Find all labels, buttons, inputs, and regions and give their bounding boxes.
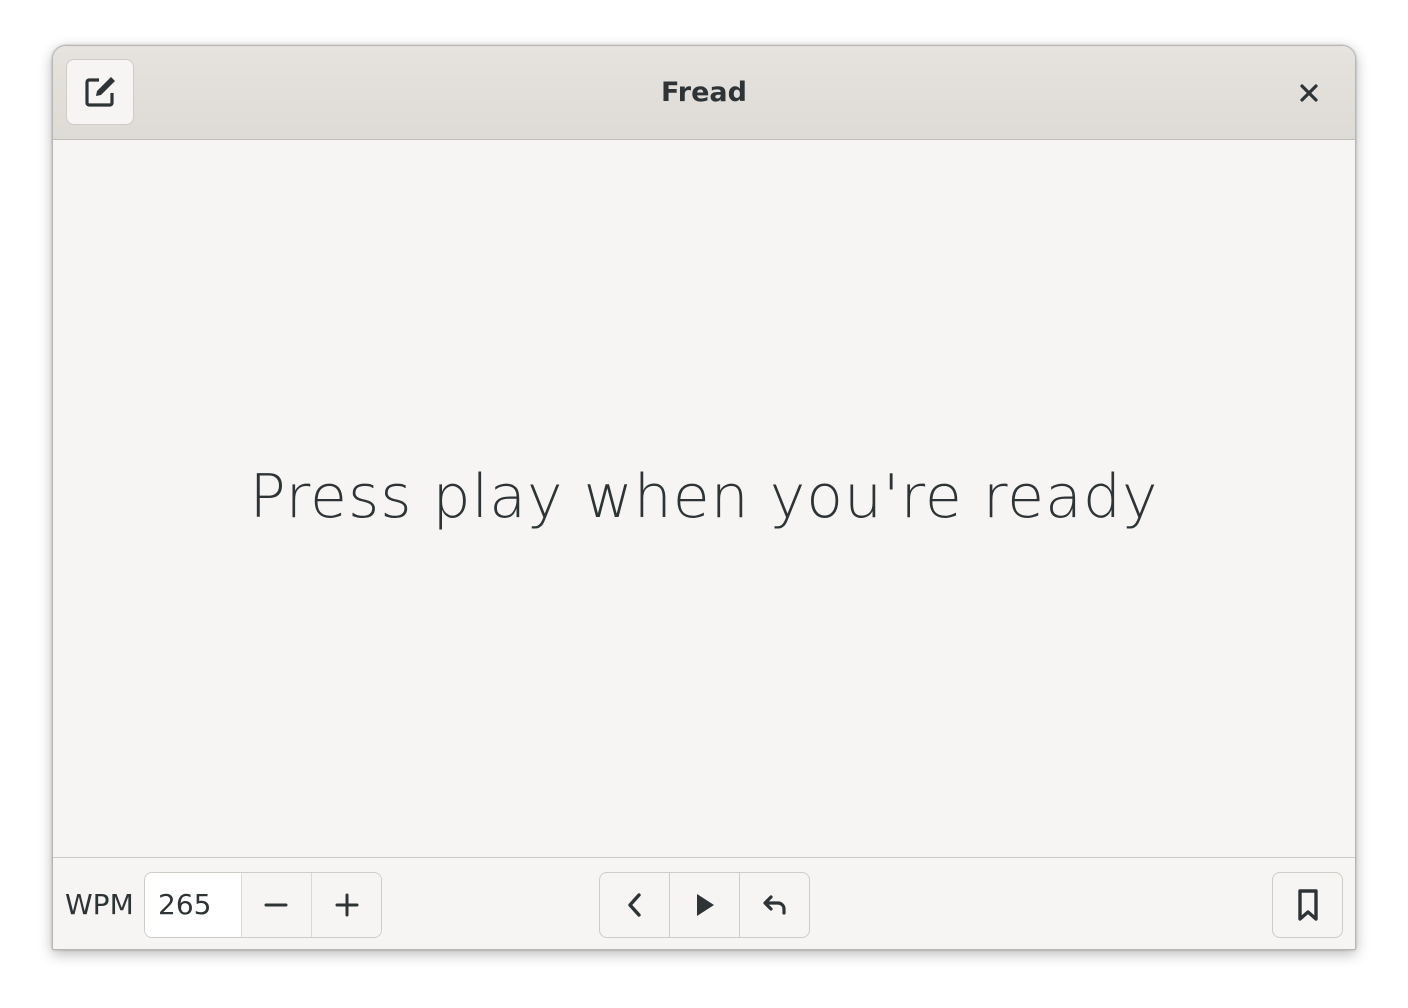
play-icon (693, 892, 717, 918)
wpm-spin-button: 265 (144, 872, 382, 938)
restart-button[interactable] (739, 873, 809, 937)
bottom-toolbar: WPM 265 (53, 857, 1355, 949)
playback-controls (599, 872, 810, 938)
bookmark-icon (1296, 888, 1320, 922)
wpm-input[interactable]: 265 (145, 873, 242, 937)
increase-wpm-button[interactable] (311, 873, 381, 937)
undo-arrow-icon (761, 892, 789, 918)
chevron-left-icon (624, 892, 646, 918)
play-button[interactable] (669, 873, 739, 937)
status-message: Press play when you're ready (249, 462, 1159, 532)
close-icon (1298, 82, 1320, 104)
edit-document-icon (83, 75, 117, 109)
decrease-wpm-button[interactable] (241, 873, 312, 937)
plus-icon (335, 893, 359, 917)
edit-text-button[interactable] (66, 59, 134, 125)
header-bar: Fread (53, 46, 1355, 140)
close-button[interactable] (1289, 73, 1329, 113)
bookmark-button[interactable] (1272, 872, 1343, 938)
previous-button[interactable] (600, 873, 669, 937)
window-title: Fread (661, 77, 747, 108)
minus-icon (264, 893, 288, 917)
app-window: Fread Press play when you're ready WPM 2… (52, 45, 1356, 950)
wpm-label: WPM (65, 888, 134, 921)
reading-area: Press play when you're ready (53, 140, 1355, 858)
